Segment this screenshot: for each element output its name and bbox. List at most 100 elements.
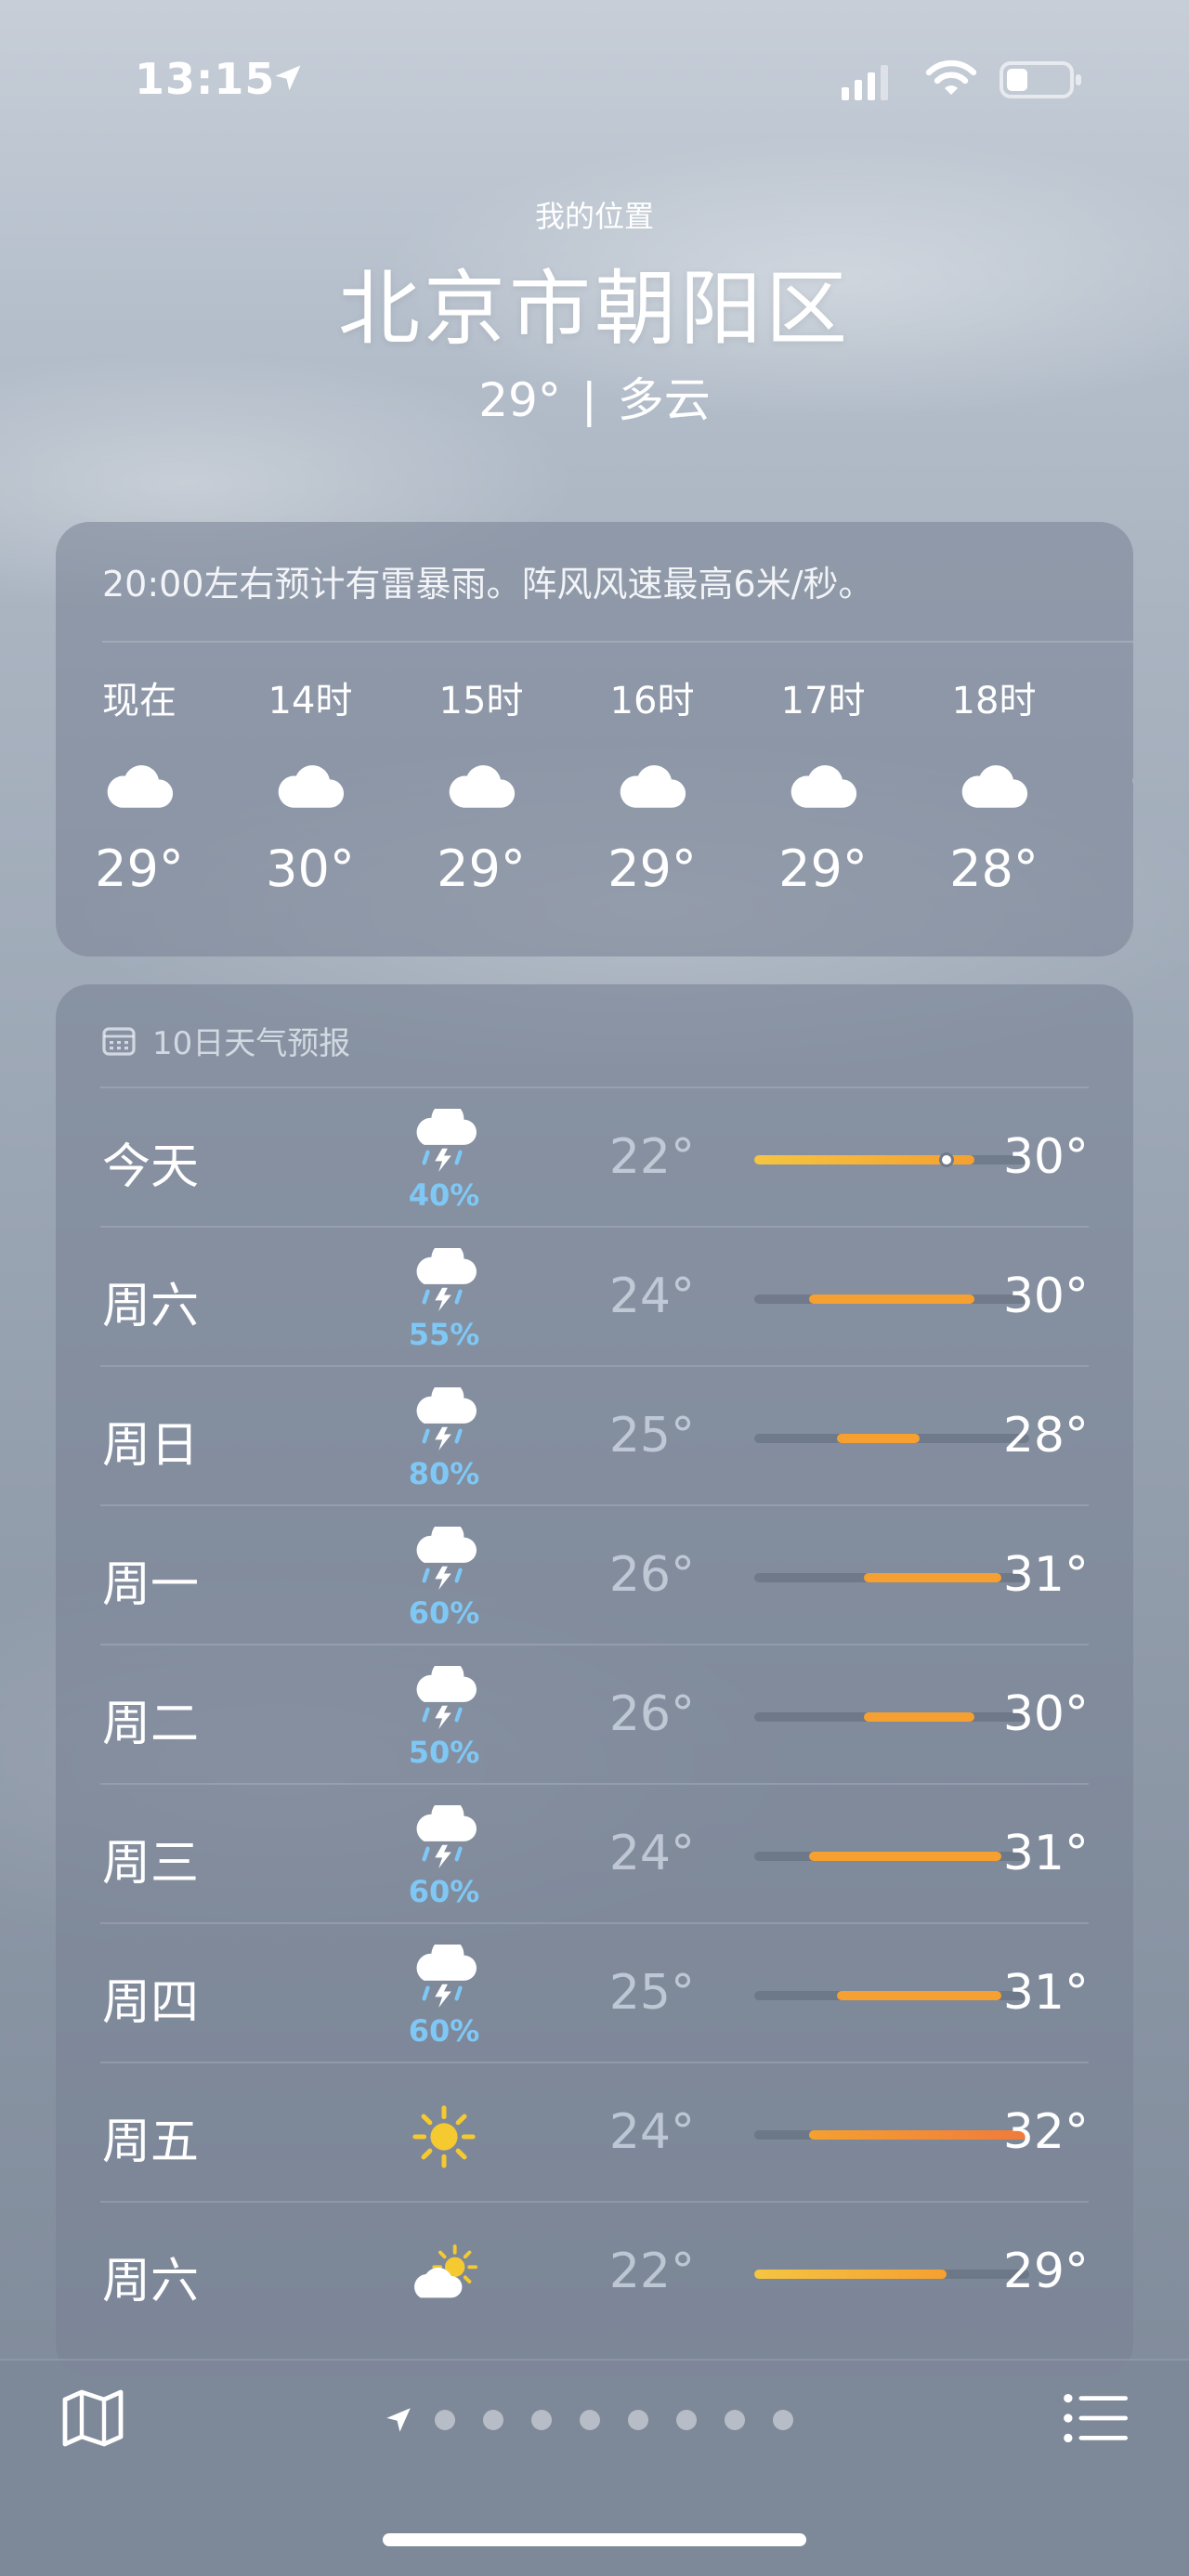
temp-range-fill	[754, 2270, 947, 2279]
low-temp: 24°	[608, 1268, 695, 1324]
precip-chance: 55%	[408, 1317, 480, 1352]
daily-row[interactable]: 周四 60% 25° 31°	[100, 1922, 1089, 2062]
cloud-icon	[620, 765, 686, 808]
page-dot[interactable]	[531, 2410, 552, 2430]
daily-row[interactable]: 周一 60% 26° 31°	[100, 1504, 1089, 1644]
battery-icon	[1000, 61, 1081, 98]
day-name: 周六	[102, 2254, 200, 2309]
cloud-icon	[107, 765, 174, 808]
daily-row[interactable]: 周六 22° 29°	[100, 2201, 1089, 2340]
current-location-page-icon[interactable]	[383, 2404, 414, 2436]
location-header: 我的位置 北京市朝阳区 29° | 多云	[0, 193, 1189, 430]
daily-row[interactable]: 周五 24° 32°	[100, 2062, 1089, 2201]
page-indicator[interactable]	[383, 2401, 821, 2439]
hourly-item: 12	[1100, 661, 1133, 887]
high-temp: 31°	[1002, 1965, 1089, 2021]
thunderstorm-icon	[416, 1945, 477, 2009]
ten-day-forecast-card[interactable]: 10日天气预报 今天 40% 22° 30° 周六 55% 24° 30° 周日 80% 25° 28…	[56, 984, 1133, 2377]
hour-label: 15时	[438, 680, 524, 722]
temp-range-fill	[809, 1295, 974, 1304]
hour-temp: 29°	[437, 839, 526, 898]
partly-sunny-icon	[414, 2244, 477, 2298]
page-dot[interactable]	[725, 2410, 745, 2430]
hour-temp: 30°	[266, 839, 355, 898]
high-temp: 31°	[1002, 1826, 1089, 1881]
temp-range-fill	[809, 1852, 1002, 1861]
day-name: 周四	[102, 1975, 200, 2031]
high-temp: 30°	[1002, 1268, 1089, 1324]
hourly-item: 18时 28°	[929, 661, 1059, 898]
thunderstorm-icon	[416, 1666, 477, 1730]
hourly-summary: 20:00左右预计有雷暴雨。阵风风速最高6米/秒。	[102, 564, 874, 605]
precip-chance: 60%	[408, 1595, 480, 1631]
low-temp: 22°	[608, 2244, 695, 2299]
precip-chance: 80%	[408, 1456, 480, 1491]
daily-row[interactable]: 周六 55% 24° 30°	[100, 1226, 1089, 1365]
home-indicator[interactable]	[383, 2533, 806, 2546]
ten-day-title: 10日天气预报	[152, 1025, 351, 1062]
cloud-icon	[278, 765, 345, 808]
low-temp: 25°	[608, 1965, 695, 2021]
day-name: 周二	[102, 1697, 200, 1752]
page-dot[interactable]	[676, 2410, 697, 2430]
temp-range-fill	[864, 1712, 974, 1722]
hourly-item: 14时 30°	[245, 661, 375, 898]
hour-temp: 29°	[608, 839, 697, 898]
hourly-list[interactable]: 现在29°14时30°15时29°16时29°17时29°18时28°12	[74, 661, 1133, 940]
precip-chance: 60%	[408, 1874, 480, 1909]
hour-label: 16时	[609, 680, 695, 722]
page-dot[interactable]	[483, 2410, 503, 2430]
page-dot[interactable]	[628, 2410, 648, 2430]
low-temp: 26°	[608, 1547, 695, 1603]
hourly-item: 17时 29°	[758, 661, 888, 898]
list-icon[interactable]	[1063, 2392, 1128, 2444]
page-dot[interactable]	[435, 2410, 455, 2430]
daily-row[interactable]: 周三 60% 24° 31°	[100, 1783, 1089, 1922]
hour-temp: 29°	[95, 839, 184, 898]
daily-row[interactable]: 周日 80% 25° 28°	[100, 1365, 1089, 1504]
low-temp: 25°	[608, 1408, 695, 1464]
cellular-signal-icon	[842, 65, 888, 100]
thunderstorm-icon	[416, 1387, 477, 1451]
precip-chance: 60%	[408, 2013, 480, 2049]
hour-label: 14时	[268, 680, 353, 722]
hour-label: 1	[1100, 670, 1133, 713]
hourly-item: 16时 29°	[587, 661, 717, 898]
hour-label: 18时	[951, 680, 1037, 722]
city-name: 北京市朝阳区	[337, 261, 851, 357]
page-dot[interactable]	[773, 2410, 793, 2430]
calendar-icon	[102, 1026, 136, 1056]
status-time: 13:15	[135, 54, 276, 104]
day-name: 周六	[102, 1279, 200, 1334]
high-temp: 32°	[1002, 2104, 1089, 2160]
separator: |	[581, 373, 597, 427]
high-temp: 30°	[1002, 1686, 1089, 1742]
status-bar: 13:15	[0, 0, 1189, 158]
temp-range-fill	[836, 1434, 920, 1443]
my-location-label: 我的位置	[534, 199, 654, 234]
hour-temp: 2	[1100, 828, 1133, 887]
thunderstorm-icon	[416, 1248, 477, 1312]
wifi-icon	[925, 59, 977, 95]
daily-row[interactable]: 周二 50% 26° 30°	[100, 1644, 1089, 1783]
current-conditions: 29° | 多云	[0, 363, 1189, 430]
cloud-icon	[961, 765, 1028, 808]
thunderstorm-icon	[416, 1109, 477, 1173]
current-temp: 29°	[478, 373, 561, 427]
hourly-item: 15时 29°	[416, 661, 546, 898]
page-dot[interactable]	[580, 2410, 600, 2430]
hour-label: 现在	[102, 680, 176, 722]
day-name: 周日	[102, 1418, 200, 1474]
high-temp: 29°	[1002, 2244, 1089, 2299]
hourly-forecast-card[interactable]: 20:00左右预计有雷暴雨。阵风风速最高6米/秒。 现在 29° 14时 30° 15时…	[56, 522, 1133, 956]
map-icon[interactable]	[59, 2388, 126, 2448]
precip-chance: 50%	[408, 1735, 480, 1770]
thunderstorm-icon	[416, 1527, 477, 1591]
current-condition: 多云	[617, 373, 711, 427]
daily-row[interactable]: 今天 40% 22° 30°	[100, 1086, 1089, 1226]
ten-day-header: 10日天气预报	[102, 1018, 350, 1063]
hour-label: 17时	[780, 680, 866, 722]
cloud-icon	[449, 765, 516, 808]
high-temp: 28°	[1002, 1408, 1089, 1464]
low-temp: 24°	[608, 1826, 695, 1881]
